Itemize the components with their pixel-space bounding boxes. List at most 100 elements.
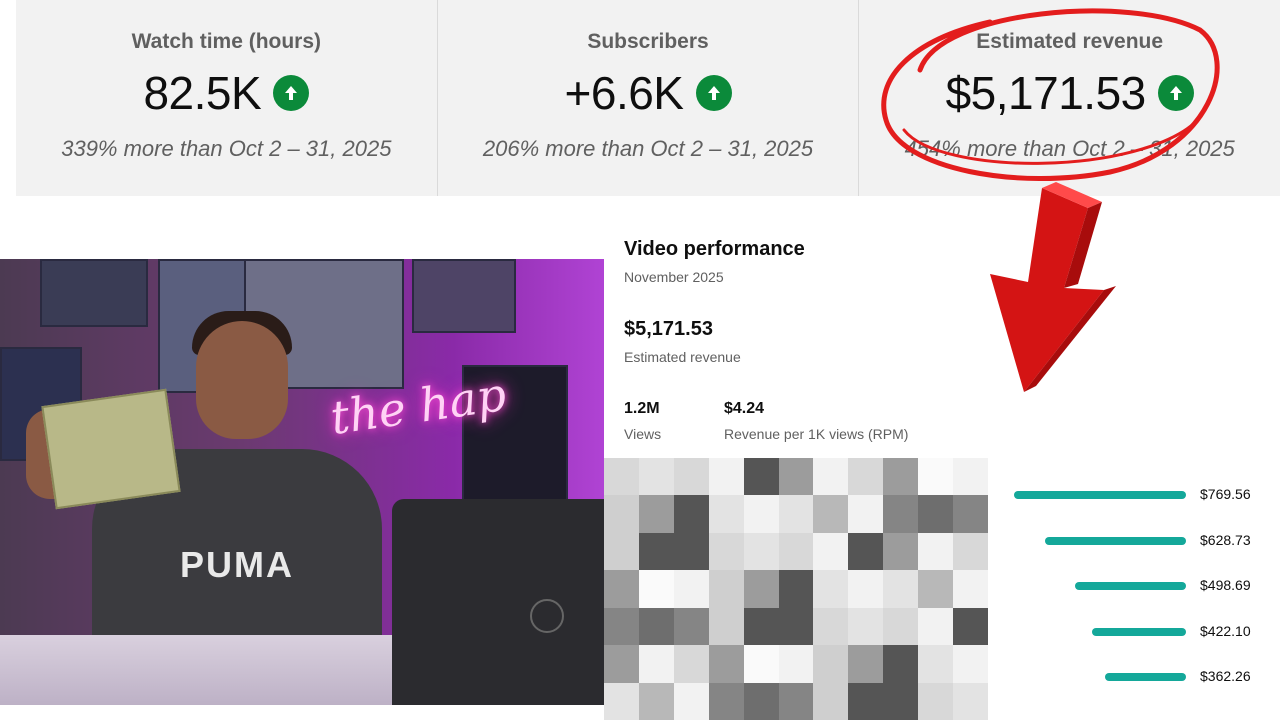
wall-poster bbox=[40, 259, 148, 327]
mosaic-cell bbox=[813, 645, 849, 683]
mosaic-cell bbox=[743, 682, 779, 720]
mosaic-cell bbox=[778, 607, 814, 646]
shirt-logo-text: PUMA bbox=[180, 544, 294, 585]
mosaic-cell bbox=[778, 682, 814, 720]
mosaic-cell bbox=[848, 645, 884, 683]
mosaic-cell bbox=[638, 532, 674, 571]
mosaic-cell bbox=[638, 458, 674, 496]
laptop-logo bbox=[530, 599, 564, 633]
mosaic-cell bbox=[953, 570, 988, 608]
mosaic-cell bbox=[883, 570, 919, 608]
arrow-up-icon bbox=[273, 75, 310, 111]
mosaic-cell bbox=[883, 682, 919, 720]
mosaic-cell bbox=[778, 495, 814, 533]
metric-value-row: +6.6K bbox=[438, 66, 859, 120]
video-performance-card: Video performance November 2025 $5,171.5… bbox=[604, 212, 1280, 720]
mosaic-cell bbox=[778, 532, 814, 571]
card-period: November 2025 bbox=[624, 269, 724, 285]
mosaic-cell bbox=[743, 532, 779, 571]
card-title: Video performance bbox=[624, 238, 805, 260]
mosaic-cell bbox=[743, 607, 779, 646]
mosaic-cell bbox=[813, 532, 849, 571]
metric-watch-time[interactable]: Watch time (hours) 82.5K 339% more than … bbox=[16, 0, 438, 196]
metric-value-row: 82.5K bbox=[16, 66, 437, 120]
mosaic-cell bbox=[638, 645, 674, 683]
mosaic-cell bbox=[673, 532, 709, 571]
revenue-bar bbox=[1091, 627, 1186, 636]
metric-value: 82.5K bbox=[143, 67, 262, 119]
money-bills bbox=[41, 388, 181, 510]
mosaic-cell bbox=[918, 607, 954, 646]
mosaic-cell bbox=[883, 532, 919, 571]
metric-subscribers[interactable]: Subscribers +6.6K 206% more than Oct 2 –… bbox=[438, 0, 860, 196]
mosaic-cell bbox=[708, 682, 744, 720]
mosaic-cell bbox=[708, 570, 744, 608]
mosaic-cell bbox=[604, 458, 639, 496]
mosaic-cell bbox=[883, 495, 919, 533]
revenue-bar-label: $422.10 bbox=[1200, 622, 1251, 639]
mosaic-cell bbox=[848, 682, 884, 720]
mosaic-cell bbox=[638, 570, 674, 608]
mosaic-cell bbox=[778, 645, 814, 683]
metric-value: +6.6K bbox=[564, 67, 685, 119]
revenue-bar-label: $362.26 bbox=[1200, 668, 1251, 684]
mosaic-cell bbox=[778, 570, 814, 608]
mosaic-cell bbox=[708, 607, 744, 646]
mosaic-cell bbox=[883, 645, 919, 683]
mosaic-cell bbox=[918, 645, 954, 683]
mosaic-cell bbox=[848, 495, 884, 533]
revenue-bar bbox=[1014, 491, 1186, 499]
mosaic-cell bbox=[673, 458, 709, 496]
mosaic-cell bbox=[953, 458, 988, 496]
mosaic-cell bbox=[953, 532, 988, 571]
mosaic-cell bbox=[848, 458, 884, 496]
revenue-bar bbox=[1074, 582, 1186, 590]
mosaic-cell bbox=[918, 495, 954, 533]
mosaic-cell bbox=[604, 532, 639, 571]
mosaic-cell bbox=[953, 495, 988, 533]
mosaic-cell bbox=[953, 682, 988, 720]
revenue-label: Estimated revenue bbox=[624, 349, 741, 365]
mosaic-cell bbox=[673, 682, 709, 720]
arrow-up-icon bbox=[695, 75, 732, 111]
mosaic-cell bbox=[673, 570, 709, 608]
mosaic-cell bbox=[743, 495, 779, 533]
video-thumbnail[interactable]: the hap PUMA bbox=[0, 259, 604, 705]
mosaic-cell bbox=[604, 495, 639, 533]
mosaic-cell bbox=[743, 570, 779, 608]
wall-poster bbox=[412, 259, 516, 333]
mosaic-cell bbox=[813, 607, 849, 646]
metric-comparison: 339% more than Oct 2 – 31, 2025 bbox=[61, 136, 392, 161]
metric-estimated-revenue[interactable]: Estimated revenue $5,171.53 454% more th… bbox=[859, 0, 1280, 196]
mosaic-cell bbox=[918, 458, 954, 496]
mosaic-cell bbox=[918, 532, 954, 571]
mosaic-cell bbox=[604, 645, 639, 683]
laptop bbox=[392, 499, 604, 705]
mosaic-cell bbox=[953, 607, 988, 646]
metric-value-row: $5,171.53 bbox=[859, 66, 1280, 120]
mosaic-cell bbox=[918, 570, 954, 608]
mosaic-cell bbox=[708, 495, 744, 533]
mosaic-cell bbox=[638, 682, 674, 720]
revenue-bar-label: $769.56 bbox=[1200, 486, 1251, 502]
mosaic-cell bbox=[743, 458, 779, 496]
mosaic-cell bbox=[848, 532, 884, 571]
revenue-bar bbox=[1105, 673, 1186, 681]
metric-comparison: 206% more than Oct 2 – 31, 2025 bbox=[482, 136, 814, 161]
arrow-up-icon bbox=[1157, 75, 1194, 111]
mosaic-cell bbox=[708, 645, 744, 683]
mosaic-cell bbox=[778, 458, 814, 496]
mosaic-cell bbox=[813, 570, 849, 608]
mosaic-cell bbox=[848, 607, 884, 646]
mosaic-cell bbox=[813, 458, 849, 496]
revenue-bar bbox=[1045, 536, 1186, 545]
rpm-value: $4.24 bbox=[724, 400, 765, 417]
revenue-value: $5,171.53 bbox=[624, 318, 713, 340]
mosaic-cell bbox=[813, 682, 849, 720]
mosaic-cell bbox=[953, 645, 988, 683]
views-value: 1.2M bbox=[624, 400, 660, 417]
mosaic-cell bbox=[673, 495, 709, 533]
mosaic-cell bbox=[918, 682, 954, 720]
mosaic-cell bbox=[604, 682, 639, 720]
mosaic-cell bbox=[673, 607, 709, 646]
